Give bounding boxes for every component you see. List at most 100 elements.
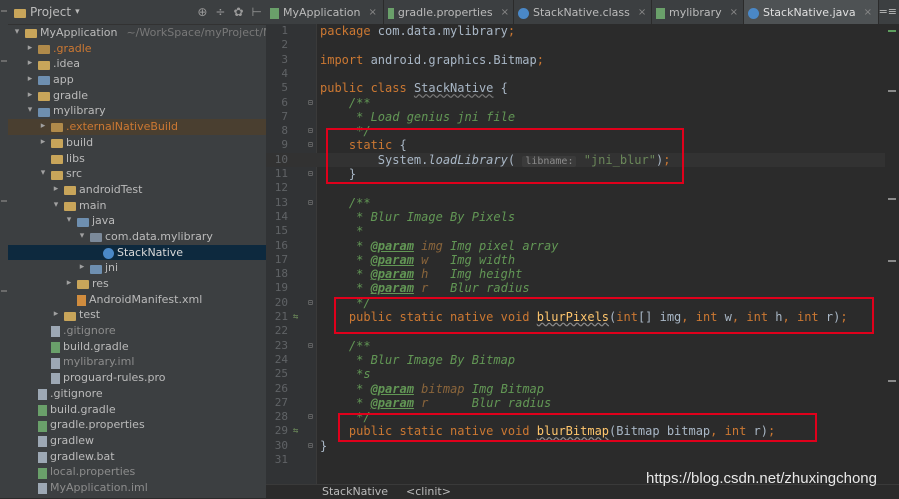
collapsed-arrow-icon[interactable]: ▸: [38, 135, 48, 151]
code-line[interactable]: 26 * @param bitmap Img Bitmap: [266, 382, 899, 396]
tree-item[interactable]: ▸ test: [8, 307, 266, 323]
editor-tab[interactable]: MyApplication ×: [266, 0, 384, 24]
fold-marker-icon[interactable]: ⊟: [308, 339, 313, 353]
code-line[interactable]: 6 ⊟ /**: [266, 96, 899, 110]
tree-item[interactable]: ▾ java: [8, 213, 266, 229]
fold-marker-icon[interactable]: ⊟: [308, 196, 313, 210]
fold-marker-icon[interactable]: ⊟: [308, 138, 313, 152]
code-line[interactable]: 15 *: [266, 224, 899, 238]
tree-item[interactable]: gradle.properties: [8, 417, 266, 433]
collapsed-arrow-icon[interactable]: ▸: [77, 260, 87, 276]
editor-tab[interactable]: gradle.properties ×: [384, 0, 514, 24]
fold-marker-icon[interactable]: ⊟: [308, 96, 313, 110]
code-line[interactable]: 14 * Blur Image By Pixels: [266, 210, 899, 224]
expanded-arrow-icon[interactable]: ▾: [12, 25, 22, 41]
gear-icon[interactable]: ✿: [233, 5, 243, 19]
editor-tab[interactable]: StackNative.class ×: [514, 0, 652, 24]
hide-icon[interactable]: ⊢: [252, 5, 262, 19]
target-icon[interactable]: ⊕: [197, 5, 207, 19]
tree-item[interactable]: ▸ androidTest: [8, 182, 266, 198]
tree-item[interactable]: ▸ build: [8, 135, 266, 151]
tree-item[interactable]: .gitignore: [8, 323, 266, 339]
fold-marker-icon[interactable]: ⊟: [308, 410, 313, 424]
collapsed-arrow-icon[interactable]: ▸: [25, 88, 35, 104]
project-view-selector[interactable]: Project ▾: [8, 5, 80, 19]
code-line[interactable]: 25 *s: [266, 367, 899, 381]
tree-item[interactable]: ▾ mylibrary: [8, 103, 266, 119]
scroll-marker[interactable]: [888, 260, 896, 262]
inspection-ok-marker[interactable]: [888, 30, 896, 32]
collapsed-arrow-icon[interactable]: ▸: [25, 41, 35, 57]
tree-item[interactable]: ▸ .externalNativeBuild: [8, 119, 266, 135]
tree-item[interactable]: ▾ main: [8, 198, 266, 214]
editor-tab[interactable]: mylibrary ×: [652, 0, 744, 24]
tree-item[interactable]: ▾ com.data.mylibrary: [8, 229, 266, 245]
close-icon[interactable]: ×: [368, 7, 376, 18]
tab-overflow-menu[interactable]: =≡: [879, 0, 897, 24]
code-line[interactable]: 16 * @param img Img pixel array: [266, 239, 899, 253]
tree-item[interactable]: ▾ src: [8, 166, 266, 182]
tree-item[interactable]: ▸ .idea: [8, 56, 266, 72]
fold-marker-icon[interactable]: ⊟: [308, 167, 313, 181]
tree-item[interactable]: build.gradle: [8, 402, 266, 418]
tree-item[interactable]: ▸ gradle: [8, 88, 266, 104]
code-editor[interactable]: 1 package com.data.mylibrary; 2 3 import and…: [266, 24, 899, 484]
code-line[interactable]: 17 * @param w Img width: [266, 253, 899, 267]
collapsed-arrow-icon[interactable]: ▸: [25, 72, 35, 88]
code-line[interactable]: 3 import android.graphics.Bitmap;: [266, 53, 899, 67]
code-line[interactable]: 2: [266, 38, 899, 52]
code-line[interactable]: 31: [266, 453, 899, 467]
code-line[interactable]: 18 * @param h Img height: [266, 267, 899, 281]
close-icon[interactable]: ×: [730, 7, 738, 18]
tree-item[interactable]: gradlew.bat: [8, 449, 266, 465]
tree-item[interactable]: ▸ jni: [8, 260, 266, 276]
fold-marker-icon[interactable]: ⊟: [308, 124, 313, 138]
tree-item[interactable]: MyApplication.iml: [8, 480, 266, 496]
code-line[interactable]: 24 * Blur Image By Bitmap: [266, 353, 899, 367]
tree-item[interactable]: build.gradle: [8, 339, 266, 355]
close-icon[interactable]: ×: [638, 7, 646, 18]
close-icon[interactable]: ×: [864, 7, 872, 18]
tree-item[interactable]: AndroidManifest.xml: [8, 292, 266, 308]
collapsed-arrow-icon[interactable]: ▸: [25, 56, 35, 72]
fold-marker-icon[interactable]: ⊟: [308, 296, 313, 310]
expanded-arrow-icon[interactable]: ▾: [25, 103, 35, 119]
expanded-arrow-icon[interactable]: ▾: [77, 229, 87, 245]
collapse-icon[interactable]: ÷: [215, 5, 225, 19]
tool-strip-mark[interactable]: [1, 290, 7, 292]
tree-item[interactable]: ▸ app: [8, 72, 266, 88]
breadcrumb-member[interactable]: <clinit>: [406, 485, 451, 499]
code-line[interactable]: 4: [266, 67, 899, 81]
tree-item[interactable]: ▸ res: [8, 276, 266, 292]
tool-strip-mark[interactable]: [1, 60, 7, 62]
tree-item[interactable]: .gitignore: [8, 386, 266, 402]
tree-item[interactable]: gradlew: [8, 433, 266, 449]
code-line[interactable]: 23 ⊟ /**: [266, 339, 899, 353]
tree-item[interactable]: ▸ .gradle: [8, 41, 266, 57]
code-line[interactable]: 1 package com.data.mylibrary;: [266, 24, 899, 38]
close-icon[interactable]: ×: [501, 7, 509, 18]
breadcrumb-class[interactable]: StackNative: [322, 485, 388, 499]
collapsed-arrow-icon[interactable]: ▸: [38, 119, 48, 135]
expanded-arrow-icon[interactable]: ▾: [64, 213, 74, 229]
tree-item[interactable]: local.properties: [8, 464, 266, 480]
tool-strip-mark[interactable]: [1, 200, 7, 202]
tool-strip-mark[interactable]: [1, 10, 7, 12]
native-method-gutter-icon[interactable]: ⇆: [293, 424, 298, 438]
scroll-marker[interactable]: [888, 90, 896, 92]
tree-item[interactable]: proguard-rules.pro: [8, 370, 266, 386]
code-line[interactable]: 13 ⊟ /**: [266, 196, 899, 210]
collapsed-arrow-icon[interactable]: ▸: [51, 307, 61, 323]
editor-tab[interactable]: StackNative.java ×: [744, 0, 879, 24]
collapsed-arrow-icon[interactable]: ▸: [51, 182, 61, 198]
expanded-arrow-icon[interactable]: ▾: [51, 198, 61, 214]
code-line[interactable]: 19 * @param r Blur radius: [266, 281, 899, 295]
code-line[interactable]: 5 public class StackNative {: [266, 81, 899, 95]
code-line[interactable]: 7 * Load genius jni file: [266, 110, 899, 124]
fold-marker-icon[interactable]: ⊟: [308, 439, 313, 453]
code-line[interactable]: 27 * @param r Blur radius: [266, 396, 899, 410]
tree-item[interactable]: StackNative: [8, 244, 266, 261]
scroll-marker[interactable]: [888, 380, 896, 382]
tree-item[interactable]: libs: [8, 151, 266, 167]
tree-item[interactable]: ▾ MyApplication ~/WorkSpace/myProject/M: [8, 25, 273, 41]
